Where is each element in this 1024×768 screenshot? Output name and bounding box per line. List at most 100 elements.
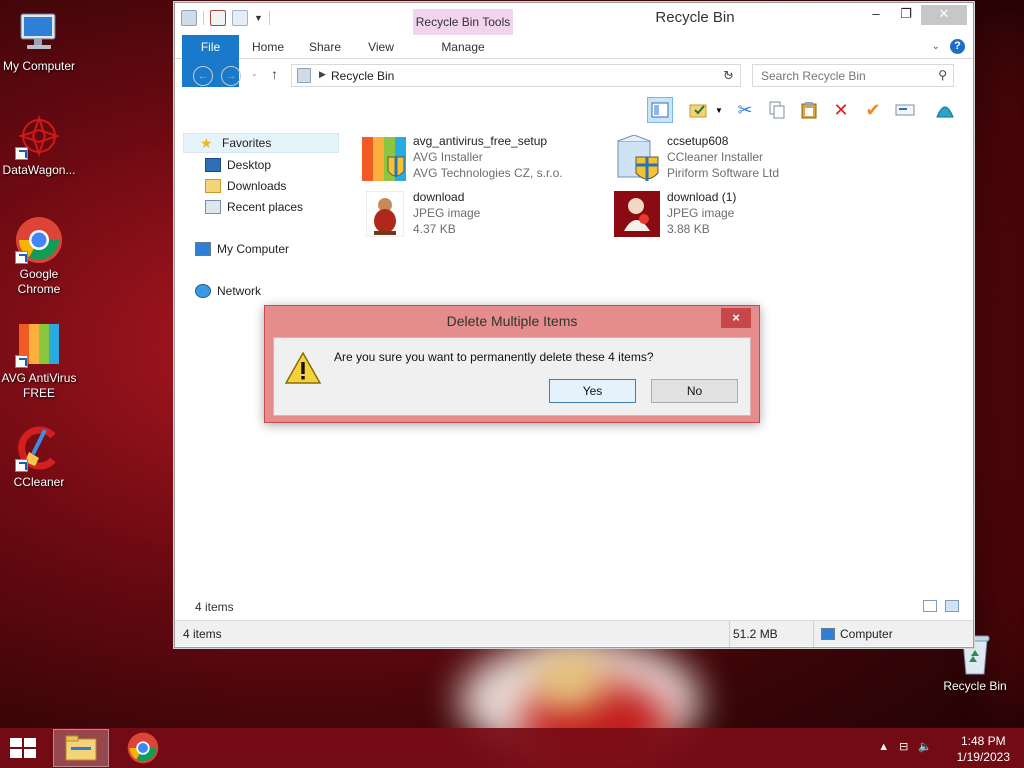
file-size: 3.88 KB [667,222,710,236]
search-icon: ⚲ [938,68,947,82]
computer-icon [15,8,63,56]
file-text: avg_antivirus_free_setup AVG Installer A… [413,133,563,181]
paste-icon[interactable] [796,97,822,123]
nav-item-recent-places[interactable]: Recent places [205,197,303,217]
shell-icon[interactable] [932,97,958,123]
tab-share[interactable]: Share [303,35,347,59]
windows-logo-icon [24,738,36,747]
desktop-icon [205,158,221,172]
nav-item-downloads[interactable]: Downloads [205,176,286,196]
tab-view[interactable]: View [361,35,401,59]
desktop-icon-label: Recycle Bin [943,679,1007,693]
recent-places-icon [205,200,221,214]
nav-item-label: Recent places [227,200,304,214]
file-size: 4.37 KB [413,222,456,236]
nav-item-desktop[interactable]: Desktop [205,155,271,175]
desktop-icon-label: AVG AntiVirus FREE [1,371,77,400]
new-folder-icon[interactable] [232,10,248,26]
forward-button[interactable]: → [221,66,241,86]
ribbon-tabs: File Home Share View Manage ⌄ ? [175,35,973,87]
window-title: Recycle Bin [655,9,735,26]
list-item[interactable]: download (1) JPEG image 3.88 KB [614,189,864,241]
dialog-close-button[interactable]: × [721,308,751,328]
desktop-icon-label: My Computer [2,59,76,73]
nav-item-network[interactable]: Network [195,281,261,301]
status-items: 4 items [183,627,222,641]
file-name: download (1) [667,190,737,204]
quick-access-toolbar: ▼ [181,10,270,26]
recycle-bin-small-icon [297,68,311,83]
refresh-button[interactable]: ↻ [717,64,741,87]
jpeg-thumbnail [365,190,405,238]
nav-item-my-computer[interactable]: My Computer [195,239,289,259]
chevron-down-icon[interactable]: ▼ [715,106,723,115]
desktop-icon-avg-antivirus[interactable]: AVG AntiVirus FREE [0,320,78,401]
taskbar-file-explorer[interactable] [53,729,109,767]
computer-icon [195,242,211,256]
show-hidden-icons-icon[interactable]: ▲ [878,741,889,753]
maximize-button[interactable]: ❐ [891,5,921,25]
up-button[interactable]: ↑ [271,66,278,82]
command-toolbar: ▼ ✂ ✕ ✔ [175,94,973,128]
close-button[interactable]: ✕ [921,5,967,25]
search-input[interactable] [753,65,923,86]
preview-pane-button[interactable] [647,97,673,123]
delete-icon[interactable]: ✕ [828,97,854,123]
file-type: JPEG image [667,206,735,220]
breadcrumb-separator-icon: ▶ [319,69,326,79]
windows-logo-icon [24,749,36,758]
volume-icon[interactable]: 🔈 [918,740,932,753]
avg-icon [15,320,63,368]
clock[interactable]: 1:48 PM 1/19/2023 [957,733,1010,765]
shortcut-arrow-icon [15,355,28,368]
nav-item-label: My Computer [217,242,290,256]
wallpaper-shape [980,20,1024,720]
nav-item-label: Favorites [222,136,272,150]
recycle-bin-small-icon [181,10,197,26]
details-view-icon[interactable] [923,600,937,612]
desktop-icon-my-computer[interactable]: My Computer [0,8,78,74]
list-item[interactable]: download JPEG image 4.37 KB [360,189,610,241]
checkmark-icon[interactable]: ✔ [860,97,886,123]
title-bar: ▼ Recycle Bin Tools Recycle Bin ‒ ❐ ✕ [175,3,973,35]
rename-icon[interactable] [892,97,918,123]
chevron-down-icon[interactable]: ▼ [254,13,263,23]
cut-icon[interactable]: ✂ [732,97,758,123]
search-box[interactable]: ⚲ [752,64,954,87]
chevron-down-icon[interactable]: ⌄ [932,41,940,52]
recent-locations-icon[interactable]: ⌄ [251,69,258,78]
tab-manage[interactable]: Manage [413,35,513,59]
no-button[interactable]: No [651,379,738,403]
nav-item-label: Desktop [227,158,272,172]
list-item[interactable]: avg_antivirus_free_setup AVG Installer A… [360,133,610,185]
desktop-icon-google-chrome[interactable]: Google Chrome [0,216,78,297]
start-button[interactable] [10,738,38,760]
breadcrumb[interactable]: Recycle Bin [331,69,394,83]
taskbar: ▲ ⊟ 🔈 1:48 PM 1/19/2023 [0,728,1024,768]
nav-item-favorites[interactable]: ★ Favorites [183,133,339,153]
help-icon[interactable]: ? [950,39,965,54]
desktop-icon-ccleaner[interactable]: CCleaner [0,424,78,490]
desktop-icon-datawagon[interactable]: DataWagon... [0,112,78,178]
folder-options-icon[interactable] [685,97,711,123]
taskbar-google-chrome[interactable] [115,729,171,767]
status-bar: 4 items 51.2 MB Computer [175,620,973,647]
copy-icon[interactable] [764,97,790,123]
file-publisher: AVG Technologies CZ, s.r.o. [413,166,563,180]
file-text: download JPEG image 4.37 KB [413,189,480,237]
list-item[interactable]: ccsetup608 CCleaner Installer Piriform S… [614,133,864,185]
yes-button[interactable]: Yes [549,379,636,403]
address-bar[interactable]: ▶ Recycle Bin ⌄ [291,64,741,87]
large-icons-view-icon[interactable] [945,600,959,612]
minimize-button[interactable]: ‒ [861,5,891,25]
back-button[interactable]: ← [193,66,213,86]
qat-divider [268,11,270,25]
tab-home[interactable]: Home [245,35,291,59]
desktop-icon-label: CCleaner [13,475,65,489]
desktop-icon-label: Google Chrome [17,267,61,296]
file-type: JPEG image [413,206,481,220]
properties-icon[interactable] [210,10,226,26]
network-tray-icon[interactable]: ⊟ [899,740,908,753]
dialog-body: Are you sure you want to permanently del… [273,337,751,416]
wallpaper-shape [535,650,605,710]
